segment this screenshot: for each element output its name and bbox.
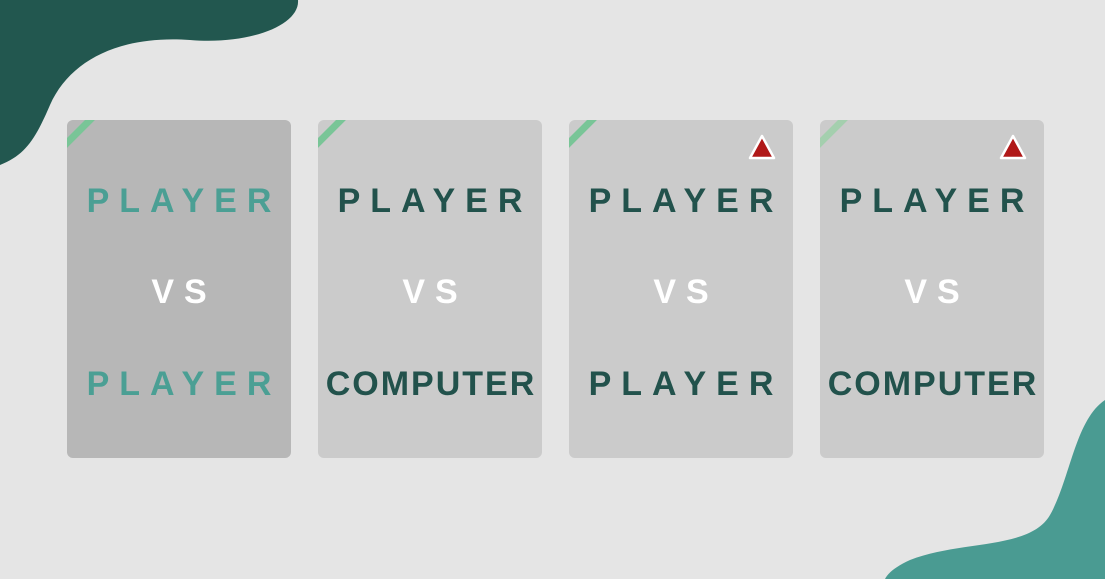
accent-stripe: [820, 120, 862, 149]
mode-bottom-label: COMPUTER: [325, 365, 537, 403]
accent-stripe: [318, 120, 360, 149]
warning-triangle-icon: [748, 134, 776, 160]
mode-card-player-vs-player[interactable]: PLAYER VS PLAYER: [67, 120, 291, 458]
mode-top-label: PLAYER: [588, 182, 784, 220]
mode-vs-label: VS: [402, 273, 468, 311]
game-mode-selector: PLAYER VS PLAYER PLAYER VS COMPUTER PLAY…: [0, 0, 1105, 579]
mode-top-label: PLAYER: [86, 182, 282, 220]
mode-top-label: PLAYER: [337, 182, 533, 220]
mode-vs-label: VS: [904, 273, 970, 311]
accent-stripe: [67, 120, 109, 149]
accent-stripe: [569, 120, 611, 149]
mode-bottom-label: PLAYER: [588, 365, 784, 403]
mode-top-label: PLAYER: [839, 182, 1035, 220]
warning-triangle-icon: [999, 134, 1027, 160]
mode-card-player-vs-computer[interactable]: PLAYER VS COMPUTER: [318, 120, 542, 458]
mode-card-player-vs-player-2[interactable]: PLAYER VS PLAYER: [569, 120, 793, 458]
mode-bottom-label: COMPUTER: [827, 365, 1039, 403]
mode-card-player-vs-computer-2[interactable]: PLAYER VS COMPUTER: [820, 120, 1044, 458]
mode-vs-label: VS: [653, 273, 719, 311]
mode-vs-label: VS: [151, 273, 217, 311]
mode-bottom-label: PLAYER: [86, 365, 282, 403]
